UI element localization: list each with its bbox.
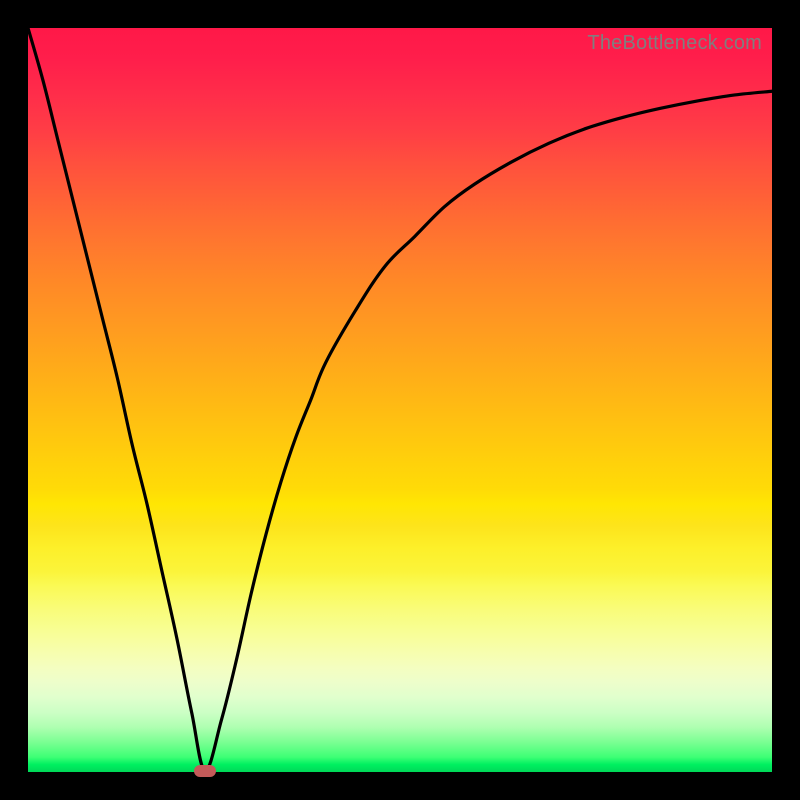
chart-container: TheBottleneck.com — [0, 0, 800, 800]
watermark-text: TheBottleneck.com — [587, 32, 762, 55]
optimum-marker — [194, 765, 216, 777]
chart-plot-area: TheBottleneck.com — [28, 28, 772, 772]
bottleneck-curve — [28, 28, 772, 772]
